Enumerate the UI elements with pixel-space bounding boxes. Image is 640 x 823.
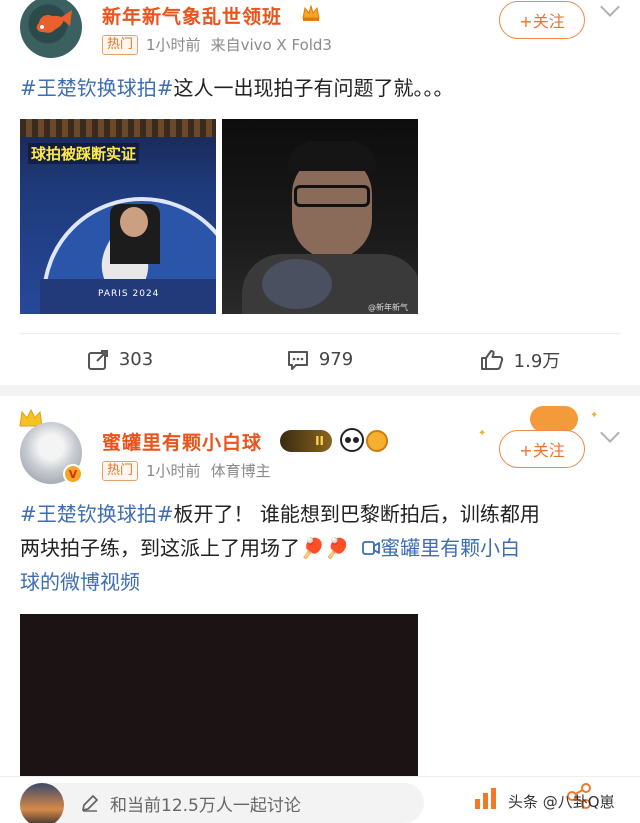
paddle-emoji: 🏓🏓 [300,536,350,560]
comment-button[interactable]: 979 [220,349,420,371]
post-body: 这人一出现拍子有问题了就。。。 [173,76,454,100]
panda-icon [340,428,364,452]
post-text: #王楚钦换球拍#这人一出现拍子有问题了就。。。 [20,71,620,105]
comment-icon [287,350,308,370]
follow-button[interactable]: +关注 [499,430,585,468]
paris-2024-text: PARIS 2024 [98,289,160,299]
repost-icon [87,349,108,370]
mascot-icon [366,430,388,452]
crowd-background [20,119,216,137]
image-caption: 球拍被踩断实证 [28,143,140,164]
hot-badge: 热门 [102,34,139,55]
level-badge: II [280,430,332,452]
post-body-line1: 板开了！ 谁能想到巴黎断拍后，训练都用 [173,502,540,526]
post-time: 1小时前 [146,36,201,54]
chevron-down-icon[interactable] [600,0,620,17]
username[interactable]: 新年新气象乱世领班 [102,2,282,29]
like-button[interactable]: 1.9万 [420,347,620,373]
post-card-1: 新年新气象乱世领班 热门 1小时前 来自vivo X Fold3 +关注 #王楚… [0,0,640,385]
follow-button[interactable]: +关注 [499,1,585,39]
image-watermark: @新年新气 [368,303,408,312]
video-icon [362,541,381,555]
stats-icon[interactable] [472,785,500,811]
post-image-2[interactable]: @新年新气 [222,119,418,314]
post-meta: 热门 1小时前 体育博主 [102,460,271,481]
bottom-bar: 和当前12.5万人一起讨论 头条 @八卦Q崽 [0,776,640,823]
post-body-line2: 两块拍子练，到这派上了用场了 [20,536,300,560]
hashtag-link[interactable]: #王楚钦换球拍# [20,502,174,526]
comment-input[interactable]: 和当前12.5万人一起讨论 [20,783,424,823]
post-card-2: V 蜜罐里有颗小白球 II 热门 1小时前 体育博主 ✦ ✦ +关注 #王楚钦换… [0,396,640,776]
fox-mascot-icon [530,406,578,432]
post-time: 1小时前 [146,462,201,480]
post-source: 来自vivo X Fold3 [210,36,332,54]
repost-button[interactable]: 303 [20,349,220,371]
verified-icon: V [63,464,83,484]
hot-badge: 热门 [102,460,139,481]
post-separator [0,385,640,396]
chevron-down-icon[interactable] [600,423,620,443]
user-avatar[interactable] [20,783,64,823]
pencil-icon [82,795,98,812]
like-count: 1.9万 [513,350,561,372]
post-meta: 热门 1小时前 来自vivo X Fold3 [102,34,332,55]
video-player[interactable] [20,614,418,776]
post-source: 体育博主 [210,462,271,480]
hashtag-link[interactable]: #王楚钦换球拍# [20,76,174,100]
video-link[interactable]: 蜜罐里有颗小白 [362,536,520,560]
post-text: #王楚钦换球拍#板开了！ 谁能想到巴黎断拍后，训练都用 两块拍子练，到这派上了用… [20,497,620,599]
post-image-1[interactable]: 球拍被踩断实证 PARIS 2024 [20,119,216,314]
avatar[interactable] [20,0,82,58]
microphone [262,259,332,309]
crown-icon [300,2,322,24]
video-link-cont[interactable]: 球的微博视频 [20,570,140,594]
watermark: 头条 @八卦Q崽 [508,793,615,811]
person-head [120,207,148,237]
repost-count: 303 [118,349,154,370]
comment-count: 979 [318,349,354,370]
comment-placeholder: 和当前12.5万人一起讨论 [110,795,301,816]
hair [288,141,376,171]
sparkle-icon: ✦ [478,428,487,439]
fish-icon [36,10,72,33]
thumbs-up-icon [480,349,503,370]
sparkle-icon: ✦ [590,410,599,421]
username[interactable]: 蜜罐里有颗小白球 [102,428,262,455]
action-bar: 303 979 1.9万 [20,333,620,385]
glasses [294,185,370,207]
